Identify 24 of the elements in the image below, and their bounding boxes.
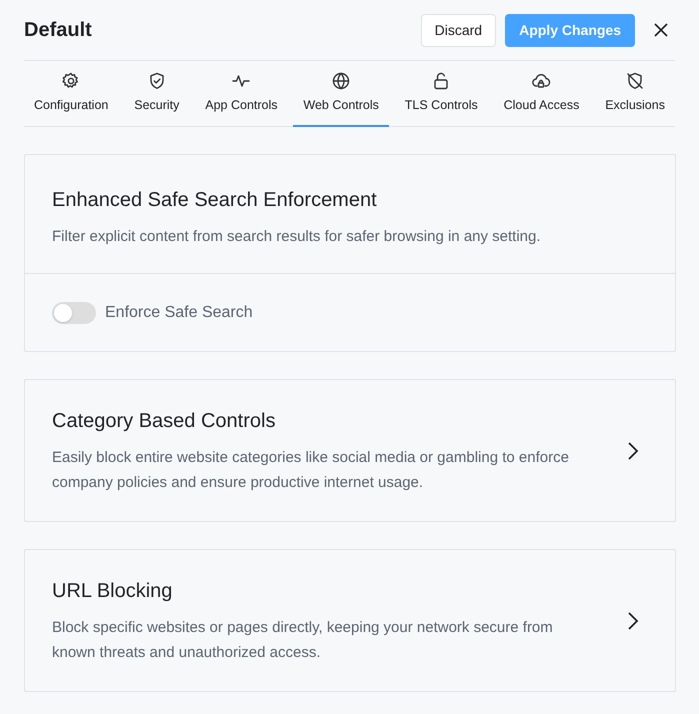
tab[interactable]: Configuration — [24, 61, 118, 127]
chevron-right-icon — [627, 610, 639, 630]
tab[interactable]: Cloud Access — [494, 61, 590, 127]
tab[interactable]: Security — [124, 61, 190, 127]
tab[interactable]: Exclusions — [595, 61, 675, 127]
toggle-label: Enforce Safe Search — [105, 302, 253, 322]
chevron-right-icon — [627, 440, 639, 460]
tab[interactable]: Web Controls — [293, 61, 389, 127]
globe-icon — [331, 71, 352, 92]
card-description: Easily block entire website categories like social media or gambling to enforce company policies and ensure productive internet usage. — [52, 448, 570, 493]
settings-card[interactable]: Category Based Controls Easily block entire website categories like social media or gambling to enforce company policies and ensure productive internet usage. — [24, 379, 676, 522]
card-title: Enhanced Safe Search Enforcement — [52, 188, 378, 213]
discard-button[interactable]: Discard — [420, 14, 496, 46]
card-description: Block specific websites or pages directly, keeping your network secure from known threats and unauthorized access. — [52, 618, 554, 663]
card-description: Filter explicit content from search results for safer browsing in any setting. — [52, 227, 542, 247]
panel-title: Default — [24, 18, 93, 43]
tab[interactable]: App Controls — [195, 61, 288, 127]
close-icon[interactable] — [653, 22, 669, 38]
toggle-switch[interactable] — [52, 302, 96, 324]
tab[interactable]: TLS Controls — [394, 61, 488, 127]
shield-slash-icon — [625, 71, 646, 92]
card-title: Category Based Controls — [52, 409, 276, 434]
settings-card[interactable]: URL Blocking Block specific websites or pages directly, keeping your network secure from known threats and unauthorized access. — [24, 549, 676, 692]
card-title: URL Blocking — [52, 579, 174, 604]
